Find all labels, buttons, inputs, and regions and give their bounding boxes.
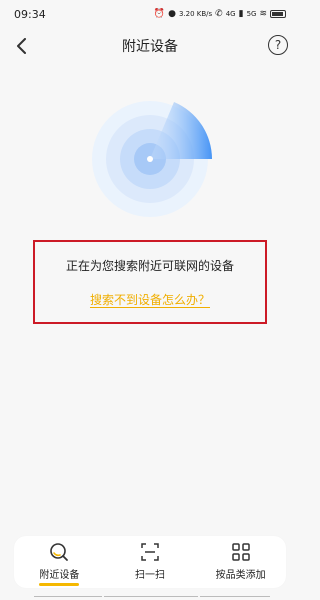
network-speed: 3.20 KB/s bbox=[178, 10, 213, 18]
tab-label: 附近设备 bbox=[39, 570, 80, 581]
status-time: 09:34 bbox=[14, 7, 46, 21]
gesture-indicator bbox=[200, 596, 270, 597]
nav-bar: 附近设备 ? bbox=[0, 28, 300, 64]
help-icon[interactable]: ? bbox=[268, 35, 288, 55]
active-tab-indicator bbox=[39, 583, 80, 586]
location-icon: ● bbox=[168, 9, 176, 19]
network-type-2: 5G bbox=[246, 10, 257, 18]
grid-icon bbox=[231, 542, 251, 562]
gesture-indicator bbox=[34, 596, 102, 597]
tab-scan[interactable]: 扫一扫 bbox=[105, 536, 196, 588]
highlight-frame bbox=[33, 240, 267, 324]
tab-add-by-category[interactable]: 按品类添加 bbox=[195, 536, 286, 588]
battery-icon bbox=[270, 10, 286, 18]
status-bar: 09:34 ⏰ ● 3.20 KB/s ✆ 4G ▮ 5G ≋ bbox=[0, 0, 300, 28]
scan-icon bbox=[140, 542, 160, 562]
wifi-icon: ≋ bbox=[259, 9, 267, 19]
cannot-find-device-link[interactable]: 搜索不到设备怎么办？ bbox=[0, 291, 300, 308]
tab-nearby-devices[interactable]: 附近设备 bbox=[14, 536, 105, 588]
tab-label: 扫一扫 bbox=[135, 570, 165, 581]
network-type-1: 4G bbox=[225, 10, 236, 18]
alarm-icon: ⏰ bbox=[153, 9, 166, 19]
phone-icon: ✆ bbox=[215, 9, 223, 19]
gesture-bar bbox=[0, 596, 300, 600]
gesture-indicator bbox=[104, 596, 198, 597]
back-icon[interactable] bbox=[8, 32, 36, 60]
bottom-tab-bar: 附近设备 扫一扫 按品类添加 bbox=[14, 536, 286, 588]
status-icons: ⏰ ● 3.20 KB/s ✆ 4G ▮ 5G ≋ bbox=[154, 9, 286, 19]
search-device-icon bbox=[49, 542, 69, 562]
radar-scan-icon bbox=[88, 100, 216, 218]
tab-label: 按品类添加 bbox=[215, 570, 266, 581]
searching-status-text: 正在为您搜索附近可联网的设备 bbox=[65, 259, 234, 273]
page-title: 附近设备 bbox=[122, 39, 178, 55]
signal-icon: ▮ bbox=[238, 9, 244, 19]
